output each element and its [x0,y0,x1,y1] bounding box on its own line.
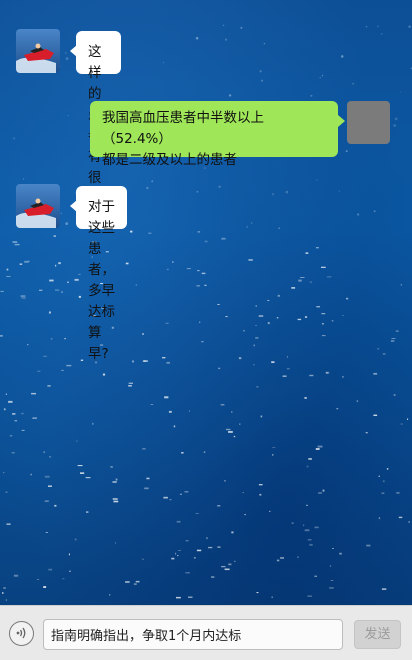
message-text-line-2: 都是二级及以上的患者 [102,152,237,168]
incoming-message-bubble[interactable]: 对于这些患者，多早达标算早? [70,186,127,362]
incoming-message-bubble[interactable]: 这样的患者有很多吗? [70,31,121,228]
voice-icon [16,627,26,639]
outgoing-message-bubble[interactable]: 我国高血压患者中半数以上（52.4%） 都是二级及以上的患者 [90,101,345,168]
background-sparkles [0,24,412,601]
message-text-line-1: 我国高血压患者中半数以上（52.4%） [102,110,264,147]
contact-avatar[interactable] [16,184,60,228]
speedboat-icon [16,29,60,73]
send-button[interactable]: 发送 [354,620,401,649]
contact-avatar[interactable] [16,29,60,73]
voice-button[interactable] [9,621,34,646]
input-bar: 发送 [0,605,412,660]
self-avatar[interactable] [347,101,390,144]
message-input[interactable] [43,619,343,650]
message-text: 对于这些患者，多早达标算早? [88,199,115,362]
speedboat-icon [16,184,60,228]
